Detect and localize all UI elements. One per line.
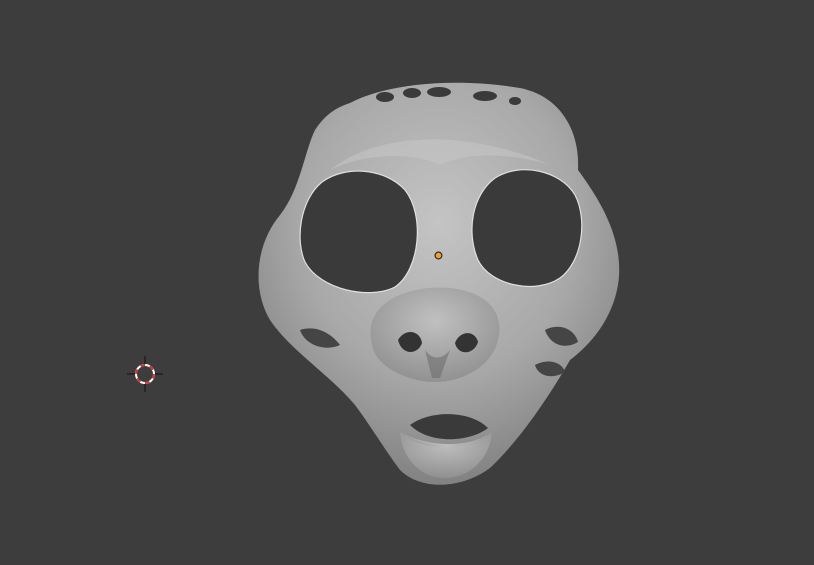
vent-hole [473, 91, 497, 101]
3d-cursor-icon[interactable] [125, 354, 165, 394]
right-eye-hole [471, 169, 583, 288]
mask-mesh[interactable] [0, 0, 814, 565]
vent-hole [509, 97, 521, 105]
object-origin-icon [434, 251, 443, 260]
vent-hole [427, 87, 451, 97]
left-eye-hole [299, 170, 418, 294]
vent-hole [376, 92, 394, 102]
vent-hole [403, 88, 421, 98]
3d-viewport[interactable] [0, 0, 814, 565]
